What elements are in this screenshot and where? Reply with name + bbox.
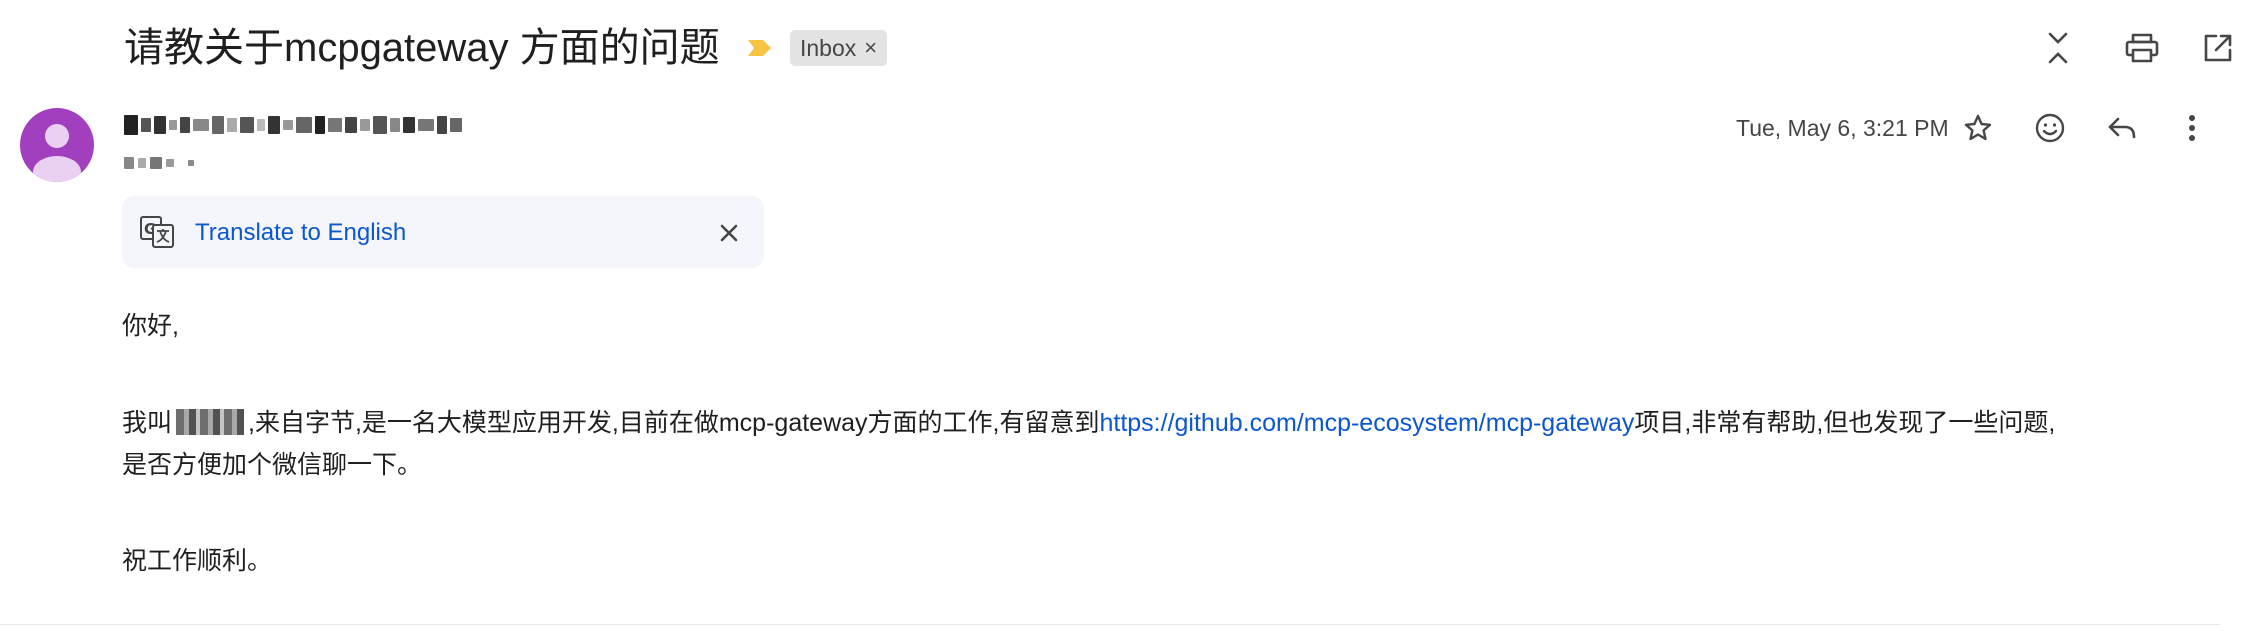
body-text-segment: 项目,非常有帮助,但也发现了一些问题, (1634, 409, 2056, 437)
message-timestamp: Tue, May 6, 3:21 PM (1736, 115, 1949, 141)
close-icon[interactable] (712, 216, 746, 250)
emoji-reaction-icon[interactable] (2028, 106, 2072, 150)
body-greeting: 你好, (122, 312, 179, 340)
reply-icon[interactable] (2100, 106, 2144, 150)
inbox-label-chip[interactable]: Inbox × (790, 30, 888, 66)
body-text-segment: 我叫 (122, 409, 173, 437)
collapse-all-icon[interactable] (2036, 26, 2080, 70)
email-subject: 请教关于mcpgateway 方面的问题 (124, 26, 720, 70)
translate-to-english-link[interactable]: Translate to English (195, 218, 406, 248)
body-closing: 祝工作顺利。 (122, 547, 273, 575)
star-icon[interactable] (1956, 106, 2000, 150)
translate-icon: G (140, 216, 174, 248)
body-paragraph-line-1: 我叫 ,来自字节,是一名大模型应用开发,目前在做mcp-gateway方面的工作,… (122, 402, 2055, 444)
sender-avatar[interactable] (20, 108, 94, 182)
more-vert-icon[interactable] (2170, 106, 2214, 150)
open-in-new-window-icon[interactable] (2196, 26, 2240, 70)
body-text-segment: ,来自字节,是一名大模型应用开发,目前在做mcp-gateway方面的工作,有留… (248, 409, 1100, 437)
divider (0, 624, 2220, 625)
label-text: Inbox (800, 34, 857, 61)
recipient-redacted (124, 152, 194, 174)
avatar-person-icon (33, 124, 81, 182)
remove-label-button[interactable]: × (864, 37, 877, 59)
github-link[interactable]: https://github.com/mcp-ecosystem/mcp-gat… (1099, 409, 1634, 437)
print-icon[interactable] (2118, 26, 2166, 70)
sender-name-redacted (124, 112, 462, 138)
importance-marker-icon[interactable] (746, 34, 774, 62)
redacted-name (176, 409, 245, 435)
body-paragraph-line-2: 是否方便加个微信聊一下。 (122, 451, 423, 479)
